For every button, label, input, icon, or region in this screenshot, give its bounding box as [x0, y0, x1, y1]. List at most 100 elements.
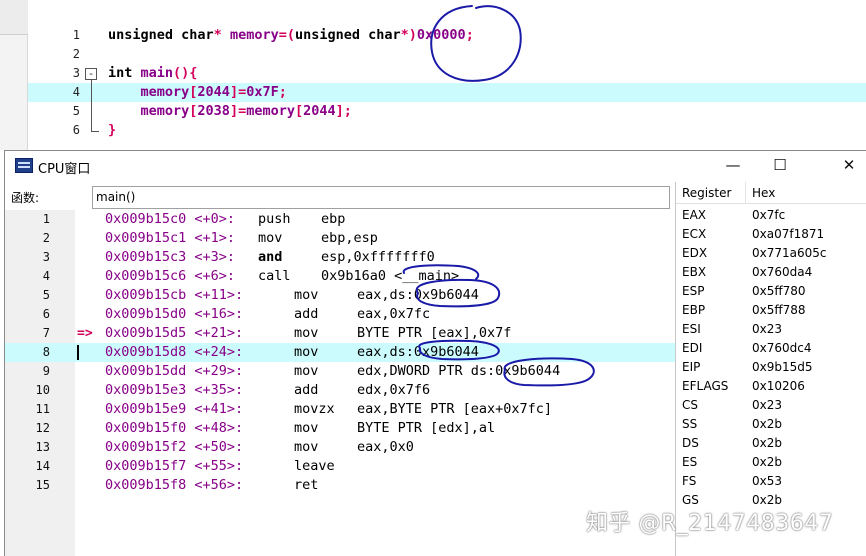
disasm-row[interactable]: 13 0x009b15f2 <+50>: mov eax,0x0 [5, 438, 675, 457]
register-row[interactable]: EBP 0x5ff788 [676, 301, 866, 320]
title-bar[interactable]: CPU窗口 — ☐ ✕ [5, 151, 866, 182]
disasm-row[interactable]: 5 0x009b15cb <+11>: mov eax,ds:0x9b6044 [5, 286, 675, 305]
instruction-operands: eax,ds:0x9b6044 [357, 287, 479, 303]
register-row[interactable]: ESP 0x5ff780 [676, 282, 866, 301]
editor-line[interactable]: 1 unsigned char* memory=(unsigned char*)0… [28, 26, 866, 45]
instruction-address: 0x009b15dd <+29>: [105, 363, 244, 379]
register-name: FS [682, 474, 697, 488]
close-button[interactable]: ✕ [826, 151, 866, 182]
instruction-operands: eax,0x7fc [357, 306, 431, 322]
instruction-operands: ebp,esp [321, 230, 378, 246]
editor-line[interactable]: 6} [28, 121, 866, 140]
disasm-row[interactable]: 7 => 0x009b15d5 <+21>: mov BYTE PTR [eax],0x… [5, 324, 675, 343]
instruction-mnemonic: mov [294, 439, 319, 455]
register-value: 0x771a605c [752, 246, 827, 260]
register-name: EDI [682, 341, 703, 355]
register-row[interactable]: FS 0x53 [676, 472, 866, 491]
disasm-row[interactable]: 10 0x009b15e3 <+35>: add edx,0x7f6 [5, 381, 675, 400]
register-row[interactable]: EDI 0x760dc4 [676, 339, 866, 358]
fold-guide-end [91, 131, 99, 132]
source-editor[interactable]: 1 unsigned char* memory=(unsigned char*)0… [0, 0, 866, 150]
disassembly-view[interactable]: 1 0x009b15c0 <+0>: push ebp 2 0x009b15c1 <+1>… [5, 210, 675, 556]
disasm-row[interactable]: 1 0x009b15c0 <+0>: push ebp [5, 210, 675, 229]
register-name: CS [682, 398, 698, 412]
disasm-row[interactable]: 8 0x009b15d8 <+24>: mov eax,ds:0x9b6044 [5, 343, 675, 362]
register-value: 0x53 [752, 474, 783, 488]
instruction-address: 0x009b15c3 <+3>: [105, 249, 236, 265]
register-panel[interactable]: Register Hex EAX 0x7fc ECX 0xa07f1871 EDX 0x7… [675, 182, 866, 556]
instruction-mnemonic: ret [294, 477, 319, 493]
register-row[interactable]: ES 0x2b [676, 453, 866, 472]
cpu-window: CPU窗口 — ☐ ✕ 函数: main() 1 0x009b15c0 <+0>:… [4, 150, 866, 556]
instruction-address: 0x009b15f8 <+56>: [105, 477, 244, 493]
register-row[interactable]: EBX 0x760da4 [676, 263, 866, 282]
editor-line-number: 5 [72, 104, 80, 118]
instruction-mnemonic: mov [294, 363, 319, 379]
function-field[interactable]: main() [92, 186, 670, 209]
register-name: EBP [682, 303, 706, 317]
register-row[interactable]: ECX 0xa07f1871 [676, 225, 866, 244]
register-name: ESP [682, 284, 705, 298]
register-name: ES [682, 455, 698, 469]
instruction-address: 0x009b15f7 <+55>: [105, 458, 244, 474]
register-row[interactable]: DS 0x2b [676, 434, 866, 453]
hex-column-header[interactable]: Hex [752, 186, 775, 200]
disasm-row[interactable]: 6 0x009b15d0 <+16>: add eax,0x7fc [5, 305, 675, 324]
instruction-address: 0x009b15c1 <+1>: [105, 230, 236, 246]
disasm-row[interactable]: 14 0x009b15f7 <+55>: leave [5, 457, 675, 476]
editor-line[interactable]: 2 [28, 45, 866, 64]
register-name: DS [682, 436, 699, 450]
register-column-header[interactable]: Register [682, 186, 731, 200]
register-name: SS [682, 417, 698, 431]
register-value: 0xa07f1871 [752, 227, 825, 241]
instruction-address: 0x009b15d8 <+24>: [105, 344, 244, 360]
register-row[interactable]: ESI 0x23 [676, 320, 866, 339]
register-name: EDX [682, 246, 708, 260]
instruction-mnemonic: mov [294, 287, 319, 303]
register-row[interactable]: EDX 0x771a605c [676, 244, 866, 263]
instruction-operands: ebp [321, 211, 346, 227]
editor-line[interactable]: 4 memory[2044]=0x7F; [28, 83, 866, 102]
instruction-address: 0x009b15f0 <+48>: [105, 420, 244, 436]
disasm-row[interactable]: 9 0x009b15dd <+29>: mov edx,DWORD PTR ds:0x… [5, 362, 675, 381]
function-label: 函数: [11, 191, 40, 205]
maximize-button[interactable]: ☐ [757, 151, 803, 182]
register-name: EAX [682, 208, 707, 222]
editor-line[interactable]: 3 int main(){ [28, 64, 866, 83]
disasm-line-number: 13 [35, 440, 50, 454]
register-value: 0x7fc [752, 208, 786, 222]
disasm-row[interactable]: 11 0x009b15e9 <+41>: movzx eax,BYTE PTR [ea… [5, 400, 675, 419]
current-instruction-marker: => [77, 326, 93, 341]
disasm-row[interactable]: 3 0x009b15c3 <+3>: and esp,0xfffffff0 [5, 248, 675, 267]
instruction-address: 0x009b15c6 <+6>: [105, 268, 236, 284]
register-name: EFLAGS [682, 379, 729, 393]
disasm-row[interactable]: 15 0x009b15f8 <+56>: ret [5, 476, 675, 495]
disasm-line-number: 15 [35, 478, 50, 492]
instruction-mnemonic: leave [294, 458, 335, 474]
register-row[interactable]: EAX 0x7fc [676, 206, 866, 225]
register-row[interactable]: EIP 0x9b15d5 [676, 358, 866, 377]
disasm-row[interactable]: 4 0x009b15c6 <+6>: call 0x9b16a0 <__main> [5, 267, 675, 286]
register-value: 0x10206 [752, 379, 805, 393]
editor-line[interactable]: 5 memory[2038]=memory[2044]; [28, 102, 866, 121]
register-row[interactable]: CS 0x23 [676, 396, 866, 415]
instruction-operands: edx,0x7f6 [357, 382, 431, 398]
register-value: 0x5ff780 [752, 284, 806, 298]
instruction-address: 0x009b15c0 <+0>: [105, 211, 236, 227]
disasm-line-number: 8 [42, 345, 50, 359]
instruction-address: 0x009b15d0 <+16>: [105, 306, 244, 322]
register-value: 0x2b [752, 417, 782, 431]
fold-toggle-icon[interactable]: - [85, 68, 97, 80]
editor-code-text: unsigned char* memory=(unsigned char*)0x… [108, 27, 474, 43]
register-row[interactable]: EFLAGS 0x10206 [676, 377, 866, 396]
instruction-address: 0x009b15f2 <+50>: [105, 439, 244, 455]
disasm-row[interactable]: 12 0x009b15f0 <+48>: mov BYTE PTR [edx],al [5, 419, 675, 438]
register-row[interactable]: SS 0x2b [676, 415, 866, 434]
disasm-line-number: 14 [35, 459, 50, 473]
editor-line-number: 1 [72, 28, 80, 42]
disasm-row[interactable]: 2 0x009b15c1 <+1>: mov ebp,esp [5, 229, 675, 248]
minimize-button[interactable]: — [710, 151, 756, 182]
register-name: ESI [682, 322, 701, 336]
instruction-mnemonic: push [258, 211, 291, 227]
register-value: 0x760da4 [752, 265, 813, 279]
